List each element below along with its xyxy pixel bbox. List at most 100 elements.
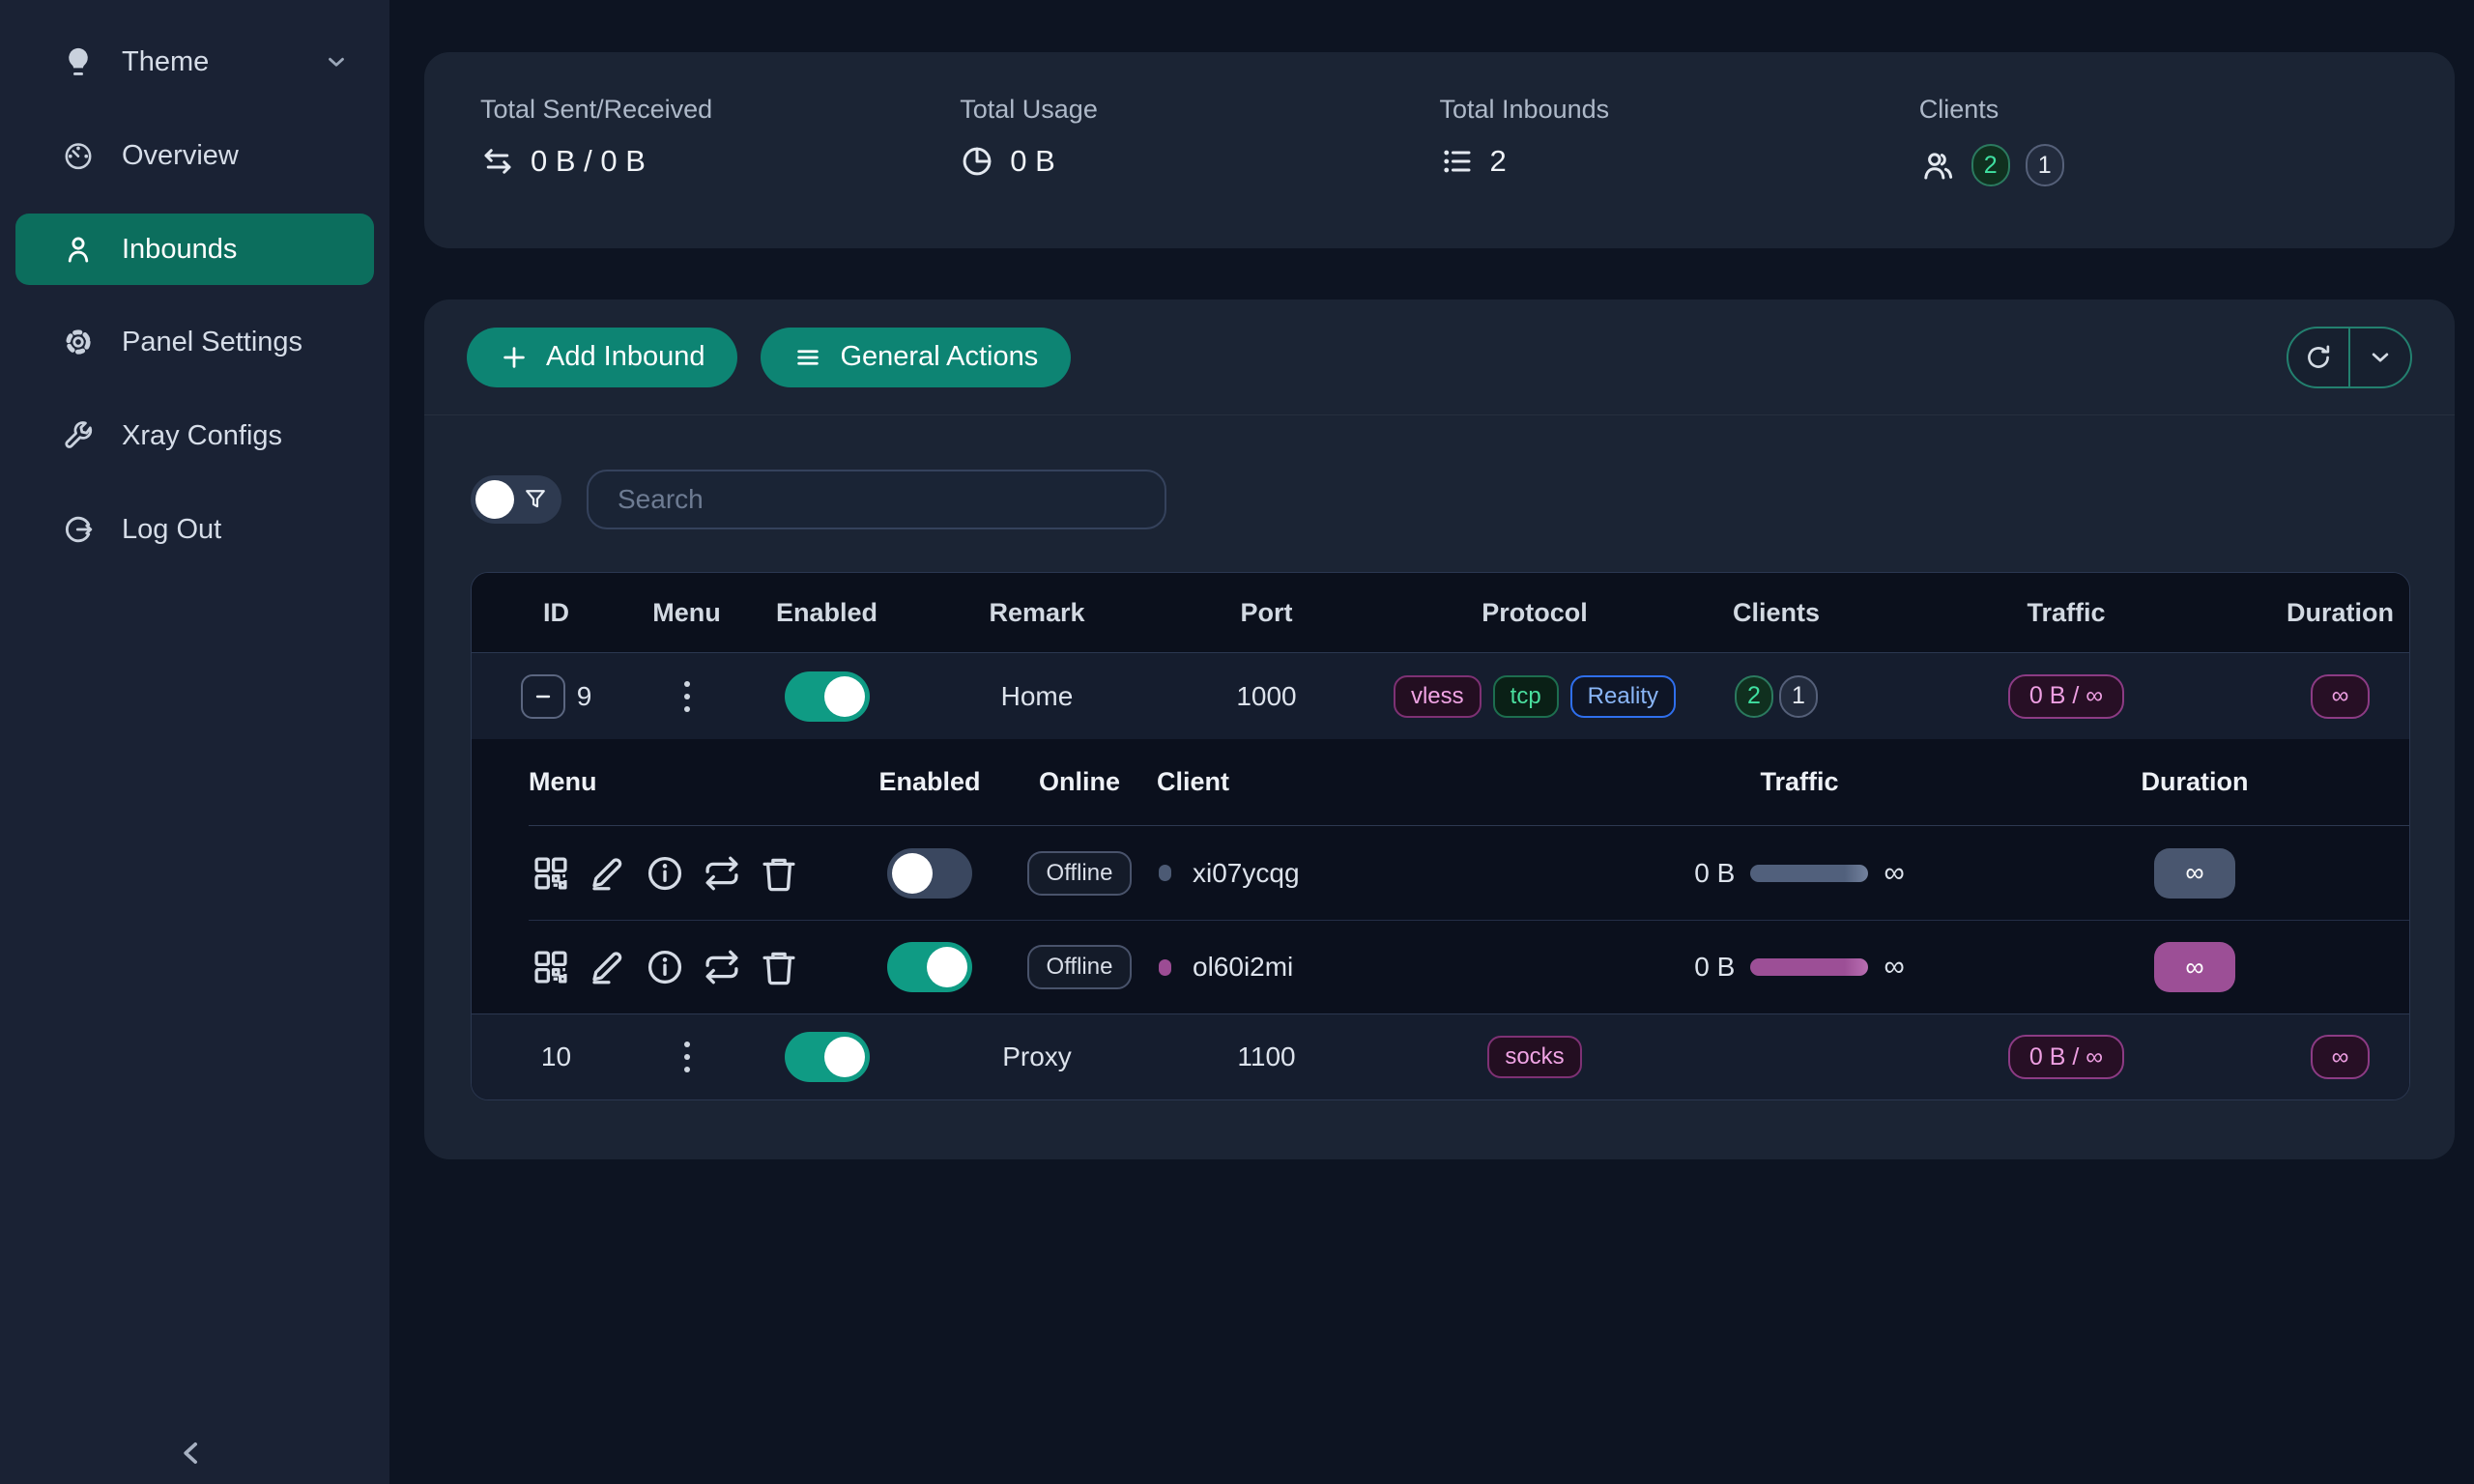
sidebar-item-label: Log Out: [122, 514, 221, 546]
inbound-id: 9: [577, 681, 592, 712]
stat-total-usage: Total Usage 0 B: [960, 95, 1439, 248]
sidebar-item-label: Theme: [122, 46, 209, 78]
protocol-badge-tcp: tcp: [1493, 675, 1559, 718]
traffic-badge: 0 B / ∞: [2008, 674, 2124, 719]
filter-toggle[interactable]: [471, 475, 561, 524]
chevron-left-icon: [172, 1434, 211, 1472]
info-icon[interactable]: [645, 853, 685, 894]
col-header-menu: Menu: [641, 598, 733, 628]
client-duration-badge: ∞: [2154, 848, 2235, 899]
sidebar-item-label: Overview: [122, 140, 239, 172]
duration-badge: ∞: [2311, 674, 2371, 719]
traffic-progress-bar: [1750, 958, 1868, 976]
stat-total-sent-received: Total Sent/Received 0 B / 0 B: [480, 95, 960, 248]
edit-icon[interactable]: [588, 853, 628, 894]
refresh-split-button: [2287, 327, 2412, 388]
swap-arrows-icon: [480, 144, 515, 179]
client-traffic-limit: ∞: [1884, 951, 1904, 984]
qr-code-icon[interactable]: [531, 853, 571, 894]
sub-col-traffic: Traffic: [1621, 767, 1978, 797]
logout-icon: [62, 513, 95, 546]
stat-value: 2: [1490, 144, 1507, 179]
pie-chart-icon: [960, 144, 994, 179]
qr-code-icon[interactable]: [531, 947, 571, 987]
client-traffic-used: 0 B: [1694, 858, 1735, 889]
client-traffic-limit: ∞: [1884, 857, 1904, 890]
inbound-row: 10 Proxy 1100 socks 0 B / ∞ ∞: [472, 1013, 2409, 1099]
person-icon: [62, 233, 95, 266]
clients-online-badge: 2: [1971, 144, 2010, 186]
stat-total-inbounds: Total Inbounds 2: [1440, 95, 1919, 248]
chevron-down-icon: [324, 49, 349, 74]
client-enabled-toggle[interactable]: [887, 848, 972, 899]
sidebar-item-label: Xray Configs: [122, 420, 282, 452]
sidebar-item-panel-settings[interactable]: Panel Settings: [15, 306, 374, 378]
toggle-knob: [475, 480, 514, 519]
add-inbound-label: Add Inbound: [546, 341, 705, 373]
clients-header-row: Menu Enabled Online Client Traffic Durat…: [529, 739, 2410, 826]
info-icon[interactable]: [645, 947, 685, 987]
client-count-total: 1: [1779, 675, 1818, 718]
stats-card: Total Sent/Received 0 B / 0 B Total Usag…: [424, 52, 2455, 248]
sidebar-item-theme[interactable]: Theme: [15, 26, 374, 98]
sidebar-item-log-out[interactable]: Log Out: [15, 494, 374, 565]
client-duration-badge: ∞: [2154, 942, 2235, 992]
sidebar-item-overview[interactable]: Overview: [15, 120, 374, 191]
protocol-badge-reality: Reality: [1570, 675, 1676, 718]
wrench-icon: [62, 419, 95, 452]
col-header-port: Port: [1153, 598, 1380, 628]
sub-col-client: Client: [1157, 767, 1621, 797]
reset-traffic-icon[interactable]: [702, 947, 742, 987]
sidebar-item-label: Panel Settings: [122, 327, 302, 358]
sidebar-item-xray-configs[interactable]: Xray Configs: [15, 400, 374, 471]
sidebar: Theme Overview Inbounds Panel Settings: [0, 0, 389, 1484]
inbound-port: 1000: [1153, 681, 1380, 712]
delete-icon[interactable]: [759, 853, 799, 894]
protocol-badge-socks: socks: [1487, 1036, 1581, 1078]
bulb-icon: [62, 45, 95, 78]
col-header-protocol: Protocol: [1380, 598, 1689, 628]
client-color-dot: [1159, 959, 1171, 976]
clients-deactivated-badge: 1: [2026, 144, 2064, 186]
col-header-enabled: Enabled: [733, 598, 921, 628]
stat-label: Total Sent/Received: [480, 95, 960, 125]
client-name: ol60i2mi: [1193, 952, 1293, 983]
add-inbound-button[interactable]: Add Inbound: [467, 328, 737, 387]
gauge-icon: [62, 139, 95, 172]
sub-col-online: Online: [1002, 767, 1157, 797]
col-header-traffic: Traffic: [1863, 598, 2269, 628]
sidebar-collapse-button[interactable]: [172, 1434, 211, 1472]
inbound-remark: Proxy: [921, 1042, 1153, 1072]
stat-label: Total Inbounds: [1440, 95, 1919, 125]
general-actions-label: General Actions: [840, 341, 1038, 373]
sidebar-item-inbounds[interactable]: Inbounds: [15, 214, 374, 285]
protocol-badge-vless: vless: [1394, 675, 1482, 718]
client-enabled-toggle[interactable]: [887, 942, 972, 992]
client-status-badge: Offline: [1027, 851, 1133, 896]
row-menu-button[interactable]: [678, 1036, 696, 1078]
reset-traffic-icon[interactable]: [702, 853, 742, 894]
list-icon: [1440, 144, 1475, 179]
delete-icon[interactable]: [759, 947, 799, 987]
refresh-options-button[interactable]: [2348, 328, 2410, 386]
sub-col-menu: Menu: [529, 767, 857, 797]
row-menu-button[interactable]: [678, 675, 696, 718]
general-actions-button[interactable]: General Actions: [761, 328, 1071, 387]
inbound-remark: Home: [921, 681, 1153, 712]
inbounds-table: ID Menu Enabled Remark Port Protocol Cli…: [471, 572, 2410, 1100]
client-row: Offline xi07ycqg 0 B ∞ ∞: [529, 826, 2410, 920]
inbound-enabled-toggle[interactable]: [785, 1032, 870, 1082]
search-input[interactable]: [587, 470, 1166, 529]
inbound-id: 10: [541, 1042, 571, 1072]
collapse-row-button[interactable]: [521, 674, 565, 719]
client-traffic-used: 0 B: [1694, 952, 1735, 983]
col-header-remark: Remark: [921, 598, 1153, 628]
inbound-enabled-toggle[interactable]: [785, 671, 870, 722]
traffic-badge: 0 B / ∞: [2008, 1035, 2124, 1079]
edit-icon[interactable]: [588, 947, 628, 987]
refresh-icon: [2303, 342, 2334, 373]
col-header-id: ID: [472, 598, 641, 628]
chevron-down-icon: [2366, 343, 2395, 372]
refresh-button[interactable]: [2288, 328, 2348, 386]
funnel-icon: [522, 486, 549, 513]
